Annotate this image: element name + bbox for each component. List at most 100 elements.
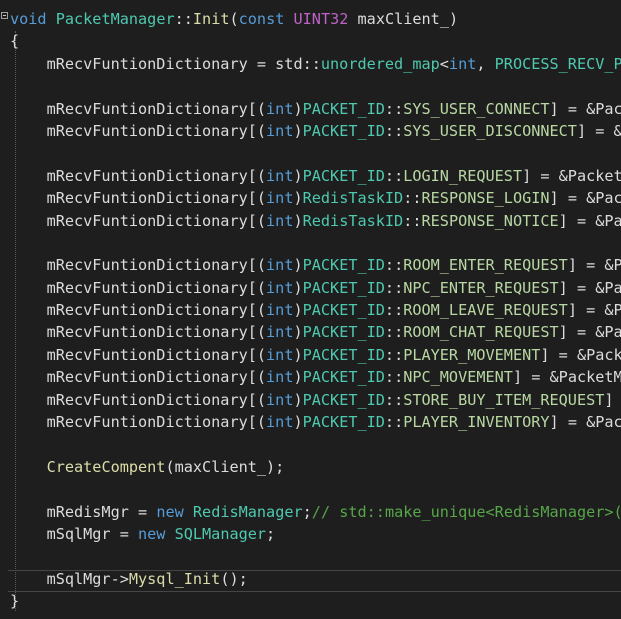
code-line[interactable]: mRecvFuntionDictionary[(int)PACKET_ID::N…: [10, 366, 621, 388]
code-token: PACKET_ID: [302, 345, 385, 364]
code-token: int: [266, 278, 294, 297]
code-token: mRecvFuntionDictionary[(: [10, 368, 267, 387]
code-token: int: [266, 301, 294, 320]
code-token: const: [238, 10, 285, 28]
code-token: ): [293, 323, 303, 342]
code-token: int: [266, 413, 294, 432]
code-token: mRecvFuntionDictionary[(: [10, 256, 267, 275]
code-line[interactable]: mRecvFuntionDictionary[(int)PACKET_ID::R…: [10, 254, 621, 276]
code-token: LOGIN_REQUEST: [403, 166, 523, 185]
code-token: unordered_map: [320, 54, 440, 73]
code-token: ] = &PacketManager::ProcessNoticeDBResul…: [558, 211, 621, 230]
code-token: maxClient_): [348, 10, 459, 28]
code-line[interactable]: mRecvFuntionDictionary[(int)PACKET_ID::N…: [10, 277, 621, 299]
code-token: ();: [220, 569, 248, 588]
code-token: ] = &PacketManager::ProcessNpcEnter;: [558, 278, 621, 297]
code-token: mRedisMgr =: [10, 502, 157, 521]
code-token: ): [293, 390, 303, 409]
code-token: ] = &PacketManager::ProcessStoreBuyItem;: [604, 390, 614, 409]
code-line[interactable]: [10, 142, 621, 164]
code-token: ] = &PacketManager::ProcessPlayerMovemen…: [540, 345, 621, 364]
code-line[interactable]: mRecvFuntionDictionary[(int)PACKET_ID::S…: [10, 120, 621, 142]
code-token: ] = &PacketManager::ProcessLeaveRoom;: [567, 301, 621, 320]
code-token: RedisTaskID: [302, 211, 404, 230]
code-token: int: [266, 189, 294, 208]
code-token: ::: [384, 413, 404, 432]
code-line[interactable]: mRecvFuntionDictionary[(int)RedisTaskID:…: [10, 187, 621, 209]
code-line[interactable]: mRecvFuntionDictionary[(int)PACKET_ID::L…: [10, 165, 621, 187]
code-token: PACKET_ID: [302, 278, 385, 297]
code-token: ;: [266, 524, 276, 543]
code-token: PACKET_ID: [302, 99, 385, 118]
code-token: PACKET_ID: [302, 323, 385, 342]
code-token: PACKET_ID: [302, 301, 385, 320]
code-token: ): [293, 278, 303, 297]
code-token: PLAYER_MOVEMENT: [403, 345, 541, 364]
code-token: ::: [384, 166, 404, 185]
code-token: ] = &PacketManager::ProcessUserDisConnec…: [576, 121, 621, 140]
code-editor[interactable]: void PacketManager::Init(const UINT32 ma…: [0, 0, 621, 619]
code-token: PACKET_ID: [302, 121, 385, 140]
code-line[interactable]: mRecvFuntionDictionary[(int)RedisTaskID:…: [10, 210, 621, 232]
code-token: int: [266, 99, 294, 118]
code-line[interactable]: mRecvFuntionDictionary[(int)PACKET_ID::R…: [10, 321, 621, 343]
code-token: UINT32: [293, 10, 349, 28]
code-line[interactable]: [10, 478, 621, 500]
code-token: ] = &PacketManager::ProcessRoomChatMessa…: [558, 323, 621, 342]
code-token: (maxClient_);: [165, 457, 285, 476]
code-line[interactable]: mRecvFuntionDictionary[(int)PACKET_ID::P…: [10, 344, 621, 366]
code-line[interactable]: {: [10, 30, 621, 52]
code-line[interactable]: }: [10, 590, 621, 612]
code-token: int: [266, 211, 294, 230]
code-token: mRecvFuntionDictionary[(: [10, 323, 267, 342]
code-token: mRecvFuntionDictionary[(: [10, 390, 267, 409]
code-token: ): [293, 189, 303, 208]
code-token: ): [293, 368, 303, 387]
code-line[interactable]: mRedisMgr = new RedisManager;// std::mak…: [10, 501, 621, 523]
code-token: ,: [476, 54, 495, 73]
code-line[interactable]: void PacketManager::Init(const UINT32 ma…: [10, 8, 621, 30]
code-line[interactable]: mRecvFuntionDictionary[(int)PACKET_ID::P…: [10, 411, 621, 433]
code-token: {: [10, 32, 20, 51]
code-line[interactable]: [10, 545, 621, 567]
code-token: SQLManager: [174, 524, 267, 543]
code-line[interactable]: [10, 232, 621, 254]
code-token: int: [266, 166, 294, 185]
code-token: // std::make_unique<RedisManager>();: [311, 502, 621, 521]
code-token: ): [293, 121, 303, 140]
collapse-toggle-icon[interactable]: [1, 12, 8, 19]
code-line[interactable]: mRecvFuntionDictionary[(int)PACKET_ID::R…: [10, 299, 621, 321]
code-token: ): [293, 413, 303, 432]
code-token: mRecvFuntionDictionary[(: [10, 189, 267, 208]
code-token: mRecvFuntionDictionary[(: [10, 211, 267, 230]
code-line[interactable]: mRecvFuntionDictionary = std::unordered_…: [10, 53, 621, 75]
code-line[interactable]: mSqlMgr = new SQLManager;: [10, 523, 621, 545]
code-token: ::: [174, 10, 193, 28]
code-token: ::: [384, 121, 404, 140]
code-token: mRecvFuntionDictionary[(: [10, 278, 267, 297]
code-token: ] = &PacketManager::ProcessLoginDBResult…: [549, 189, 621, 208]
code-token: ::: [384, 368, 404, 387]
code-line[interactable]: mRecvFuntionDictionary[(int)PACKET_ID::S…: [10, 98, 621, 120]
code-token: ): [293, 345, 303, 364]
code-token: ::: [384, 256, 404, 275]
code-line[interactable]: [10, 75, 621, 97]
code-token: CreateCompent: [46, 457, 166, 476]
code-token: mSqlMgr =: [10, 524, 139, 543]
code-line[interactable]: [10, 433, 621, 455]
code-token: PACKET_ID: [302, 390, 385, 409]
code-token: PACKET_ID: [302, 166, 385, 185]
code-token: SYS_USER_DISCONNECT: [403, 121, 577, 140]
code-token: (: [229, 10, 239, 28]
code-line[interactable]: CreateCompent(maxClient_);: [10, 456, 621, 478]
code-token: int: [448, 54, 477, 73]
code-text-area[interactable]: void PacketManager::Init(const UINT32 ma…: [10, 8, 621, 613]
code-token: }: [10, 592, 20, 611]
code-token: mRecvFuntionDictionary[(: [10, 413, 267, 432]
code-token: ::: [384, 278, 404, 297]
code-line[interactable]: mRecvFuntionDictionary[(int)PACKET_ID::S…: [10, 389, 621, 411]
code-line[interactable]: mSqlMgr->Mysql_Init();: [10, 568, 621, 590]
code-token: PROCESS_RECV_PACKET_FUNCTION: [494, 54, 621, 73]
